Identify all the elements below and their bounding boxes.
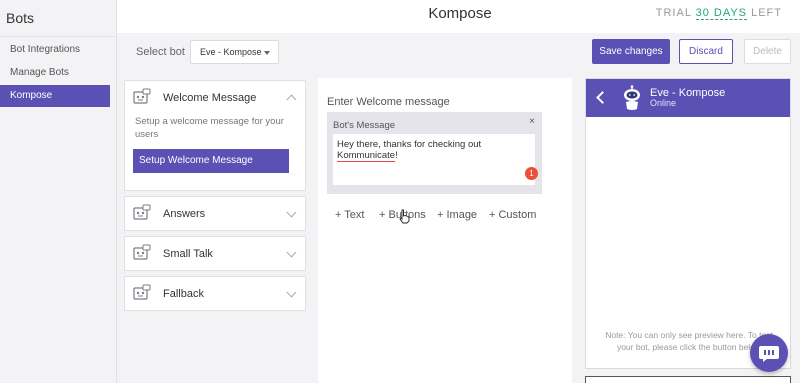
bot-screen-icon — [133, 244, 151, 260]
section-header-welcome-message[interactable]: Welcome Message — [125, 81, 305, 115]
chat-preview-header: Eve - Kompose Online — [586, 79, 790, 117]
toolbar: Select bot Eve - Kompose Save changes Di… — [117, 33, 800, 74]
section-welcome-message: Welcome Message Setup a welcome message … — [124, 80, 306, 191]
bot-status: Online — [650, 98, 677, 108]
bot-screen-icon — [133, 88, 151, 104]
add-text-button[interactable]: + Text — [335, 209, 364, 221]
section-header-small-talk[interactable]: Small Talk — [125, 237, 305, 271]
add-image-button[interactable]: + Image — [437, 209, 477, 221]
sidebar-item-manage-bots[interactable]: Manage Bots — [0, 62, 110, 84]
trial-days: 30 DAYS — [695, 7, 748, 20]
bot-message-input[interactable]: Hey there, thanks for checking out Kommu… — [333, 134, 535, 185]
section-small-talk[interactable]: Small Talk — [124, 236, 306, 271]
back-arrow-icon[interactable] — [596, 91, 609, 104]
chat-launcher-button[interactable] — [750, 334, 788, 372]
delete-button[interactable]: Delete — [744, 39, 791, 64]
sidebar-title: Bots — [0, 0, 116, 37]
welcome-message-editor: Enter Welcome message Bot's Message × He… — [318, 78, 572, 383]
preview-bottom-edge — [585, 376, 791, 383]
close-icon[interactable]: × — [529, 116, 535, 127]
add-custom-button[interactable]: + Custom — [489, 209, 536, 221]
trial-banner: TRIAL 30 DAYS LEFT — [655, 7, 782, 20]
section-label: Welcome Message — [163, 92, 257, 104]
section-header-fallback[interactable]: Fallback — [125, 277, 305, 311]
message-text-end: ! — [395, 150, 398, 161]
chevron-down-icon[interactable] — [286, 287, 297, 298]
select-bot-label: Select bot — [136, 46, 185, 58]
notification-badge: 1 — [525, 167, 538, 180]
bot-select-value: Eve - Kompose — [200, 47, 262, 57]
message-text-spellcheck: Kommunicate — [337, 150, 396, 162]
chevron-down-icon[interactable] — [286, 207, 297, 218]
sidebar-item-bot-integrations[interactable]: Bot Integrations — [0, 39, 110, 61]
section-label: Fallback — [163, 288, 204, 300]
bot-screen-icon — [133, 204, 151, 220]
left-sidebar: Bots Bot Integrations Manage Bots Kompos… — [0, 0, 117, 383]
section-answers[interactable]: Answers — [124, 196, 306, 231]
section-header-answers[interactable]: Answers — [125, 197, 305, 231]
section-description: Setup a welcome message for your users — [135, 116, 284, 140]
section-fallback[interactable]: Fallback — [124, 276, 306, 311]
trial-suffix: LEFT — [751, 7, 782, 19]
section-label: Answers — [163, 208, 206, 220]
chevron-down-icon[interactable] — [286, 247, 297, 258]
hand-pointer-icon — [399, 209, 410, 224]
bot-avatar-icon — [624, 85, 640, 110]
sidebar-item-kompose[interactable]: Kompose — [0, 85, 110, 107]
bot-message-card: Bot's Message × Hey there, thanks for ch… — [327, 112, 542, 194]
bot-select[interactable]: Eve - Kompose — [190, 40, 279, 64]
trial-prefix: TRIAL — [655, 7, 692, 19]
caret-down-icon — [264, 51, 270, 55]
editor-label: Enter Welcome message — [327, 96, 450, 108]
bot-screen-icon — [133, 284, 151, 300]
bot-message-caption: Bot's Message — [333, 120, 396, 131]
message-text-start: Hey there, thanks for checking out — [337, 139, 482, 150]
section-label: Small Talk — [163, 248, 213, 260]
discard-button[interactable]: Discard — [679, 39, 733, 64]
page-title: Kompose — [428, 5, 492, 22]
chat-bubble-icon — [759, 346, 779, 362]
chat-preview: Eve - Kompose Online Note: You can only … — [585, 78, 791, 369]
setup-welcome-message-button[interactable]: Setup Welcome Message — [133, 149, 289, 173]
save-changes-button[interactable]: Save changes — [592, 39, 670, 64]
chevron-up-icon[interactable] — [286, 94, 297, 105]
